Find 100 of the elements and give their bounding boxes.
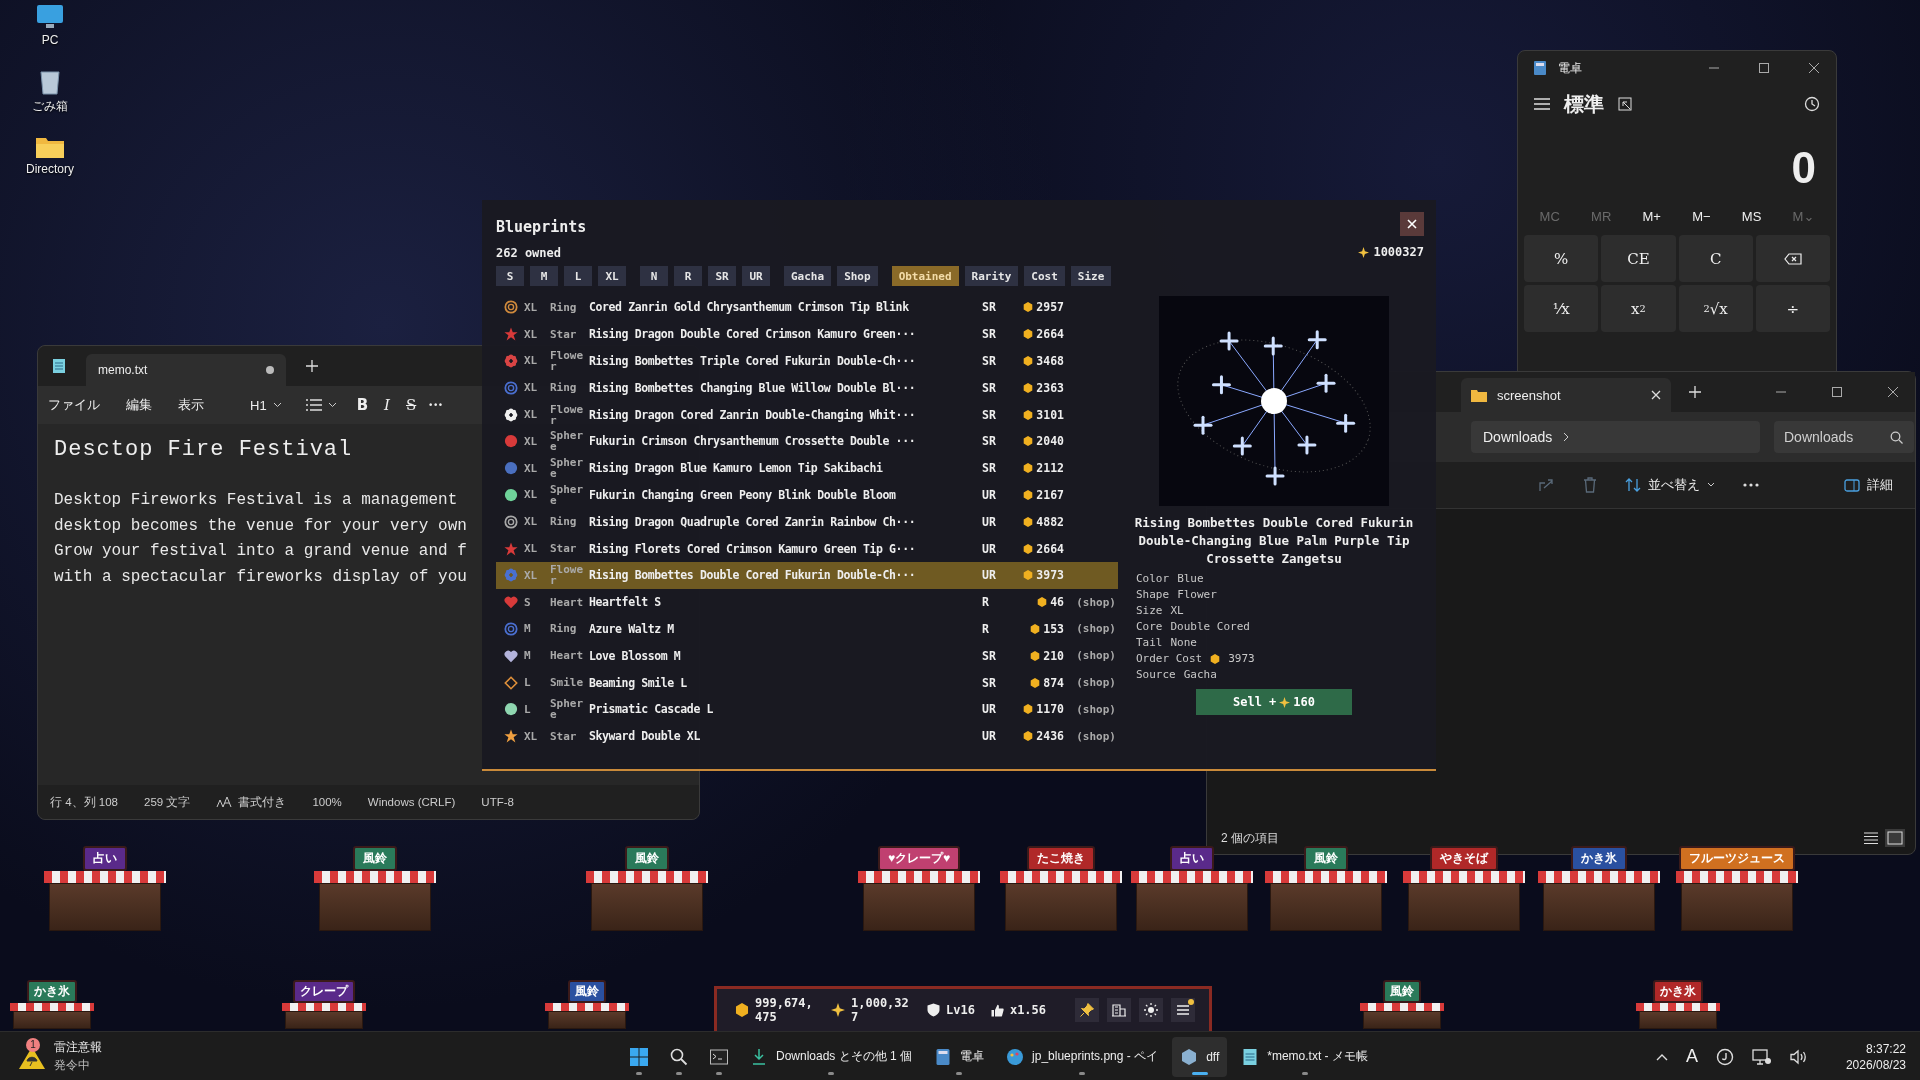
close-icon[interactable]	[1887, 386, 1899, 398]
blueprint-row[interactable]: M Ring Azure Waltz M R 153 (shop)	[496, 615, 1118, 643]
rarity-text: SR	[982, 354, 997, 368]
close-button[interactable]	[1400, 212, 1424, 236]
chevron-up-icon[interactable]	[1655, 1052, 1668, 1061]
more-icon[interactable]	[1743, 483, 1759, 487]
blueprint-row[interactable]: XL Ring Cored Zanrin Gold Chrysanthemum Crimson Tip Blink SR 2957	[496, 294, 1118, 321]
tiles-view-icon[interactable]	[1885, 829, 1905, 847]
building-button[interactable]	[1107, 998, 1131, 1022]
palette-icon	[1006, 1047, 1025, 1066]
sell-button[interactable]: Sell + 160	[1196, 689, 1352, 715]
taskbar-app[interactable]: Downloads とその他 1 個	[742, 1036, 921, 1077]
desktop-icon-label[interactable]: Directory	[26, 162, 74, 176]
desktop-icon-label[interactable]: PC	[41, 33, 59, 47]
maximize-icon[interactable]	[1758, 62, 1770, 74]
filter-button[interactable]: Shop	[837, 266, 878, 286]
details-pane-button[interactable]: 詳細	[1844, 476, 1893, 494]
menu-button[interactable]	[1171, 998, 1195, 1022]
network-icon[interactable]	[1751, 1048, 1772, 1065]
shape-text: Heart	[550, 650, 585, 662]
filter-button[interactable]: R	[674, 266, 702, 286]
blueprint-name: Prismatic Cascade L	[589, 702, 714, 717]
filter-button[interactable]: XL	[598, 266, 626, 286]
new-tab-icon[interactable]	[1689, 386, 1701, 398]
calculator-key[interactable]: $^{2}$√x	[1678, 285, 1753, 332]
blueprint-row[interactable]: XL Star Rising Dragon Double Cored Crimson Kamuro Green··· SR 2664	[496, 320, 1118, 348]
memory-button[interactable]: MS	[1735, 207, 1768, 225]
more-button[interactable]: ···	[428, 397, 443, 413]
calculator-key[interactable]: %	[1524, 235, 1599, 282]
history-icon[interactable]	[1804, 96, 1820, 112]
filter-button[interactable]: UR	[742, 266, 770, 286]
sort-button[interactable]: 並べ替え	[1625, 476, 1715, 494]
explorer-tab[interactable]: screenshot	[1461, 378, 1671, 412]
taskbar-app[interactable]: jp_blueprints.png - ペイ	[998, 1036, 1167, 1077]
pin-button[interactable]	[1075, 998, 1099, 1022]
blueprint-row[interactable]: L Smile Beaming Smile L SR 874 (shop)	[496, 669, 1118, 696]
blueprint-row[interactable]: XL Star Rising Florets Cored Crimson Kamuro Green Tip G··· UR 2664	[496, 535, 1118, 562]
new-tab-icon[interactable]	[306, 360, 318, 372]
cost-text: 153	[1043, 621, 1064, 636]
keep-on-top-icon[interactable]	[1618, 97, 1632, 111]
list-dropdown[interactable]	[305, 399, 337, 411]
calculator-key[interactable]: C	[1678, 235, 1753, 282]
running-indicator	[636, 1071, 642, 1075]
desktop-icon-label[interactable]: ごみ箱	[32, 98, 68, 115]
volume-icon[interactable]	[1789, 1048, 1808, 1065]
blueprint-row[interactable]: XL Ring Rising Dragon Quadruple Cored Zanrin Rainbow Ch··· UR 4882	[496, 508, 1118, 536]
filter-button[interactable]: Rarity	[964, 266, 1019, 286]
blueprint-row[interactable]: XL Star Skyward Double XL UR 2436 (shop)	[496, 722, 1118, 750]
filter-button[interactable]: N	[640, 266, 668, 286]
taskbar-app[interactable]: 電卓	[926, 1036, 993, 1077]
search-field[interactable]: Downloads	[1774, 421, 1914, 453]
document-tab[interactable]: memo.txt	[86, 354, 286, 386]
strike-button[interactable]: S	[406, 396, 417, 414]
memory-button[interactable]: M−	[1686, 207, 1717, 225]
folder-icon[interactable]	[35, 135, 65, 159]
blueprint-row[interactable]: S Heart Heartfelt S R 46 (shop)	[496, 588, 1118, 616]
backspace-key[interactable]	[1755, 235, 1830, 282]
calculator-key[interactable]: ÷	[1755, 285, 1830, 332]
list-view-icon[interactable]	[1863, 831, 1879, 845]
sun-button[interactable]	[1139, 998, 1163, 1022]
calculator-key[interactable]: CE	[1601, 235, 1676, 282]
input-method-indicator[interactable]: A	[1685, 1046, 1698, 1067]
calculator-key[interactable]: x$^{2}$	[1601, 285, 1676, 332]
circle-j-icon[interactable]	[1715, 1047, 1734, 1066]
heading-dropdown[interactable]: H1	[250, 397, 282, 413]
share-icon[interactable]	[1539, 478, 1555, 492]
memory-button[interactable]: M+	[1636, 207, 1667, 225]
size-text: XL	[524, 434, 539, 448]
italic-button[interactable]: I	[384, 396, 390, 414]
running-indicator	[1079, 1071, 1086, 1075]
calculator-key[interactable]: ⅟x	[1524, 285, 1599, 332]
close-icon[interactable]	[1808, 62, 1820, 74]
backspace-icon	[1783, 252, 1802, 265]
property-label: Size	[1136, 604, 1163, 617]
filter-button[interactable]: M	[530, 266, 558, 286]
filter-button[interactable]: S	[496, 266, 524, 286]
monitor-icon[interactable]	[36, 4, 64, 30]
menu-item[interactable]: ファイル	[48, 396, 100, 414]
coin-icon	[1023, 463, 1034, 474]
taskbar-app[interactable]: *memo.txt - メモ帳	[1233, 1036, 1376, 1077]
filter-button[interactable]: Gacha	[784, 266, 832, 286]
stall-sign: かき氷	[1653, 980, 1703, 1003]
filter-button[interactable]: Obtained	[891, 266, 959, 286]
blueprint-row[interactable]: XL Ring Rising Bombettes Changing Blue Willow Double Bl··· SR 2363	[496, 374, 1118, 402]
bold-button[interactable]: B	[356, 396, 369, 414]
menu-item[interactable]: 編集	[126, 396, 152, 414]
blueprint-row[interactable]: M Heart Love Blossom M SR 210 (shop)	[496, 642, 1118, 670]
clock[interactable]: 8:37:22 2026/08/23	[1825, 1041, 1906, 1072]
filter-button[interactable]: SR	[708, 266, 736, 286]
address-bar[interactable]: Downloads	[1471, 421, 1760, 453]
taskbar-app[interactable]: dff	[1172, 1036, 1228, 1077]
blueprint-name: Rising Dragon Double Cored Crimson Kamuro Green···	[589, 327, 917, 342]
maximize-icon[interactable]	[1831, 386, 1843, 398]
menu-icon	[1177, 1005, 1189, 1015]
menu-icon[interactable]	[1534, 98, 1550, 110]
filter-button[interactable]: L	[564, 266, 592, 286]
trash-icon[interactable]	[1583, 477, 1597, 493]
filter-button[interactable]: Cost	[1024, 266, 1065, 286]
menu-item[interactable]: 表示	[178, 396, 204, 414]
filter-button[interactable]: Size	[1070, 266, 1112, 286]
